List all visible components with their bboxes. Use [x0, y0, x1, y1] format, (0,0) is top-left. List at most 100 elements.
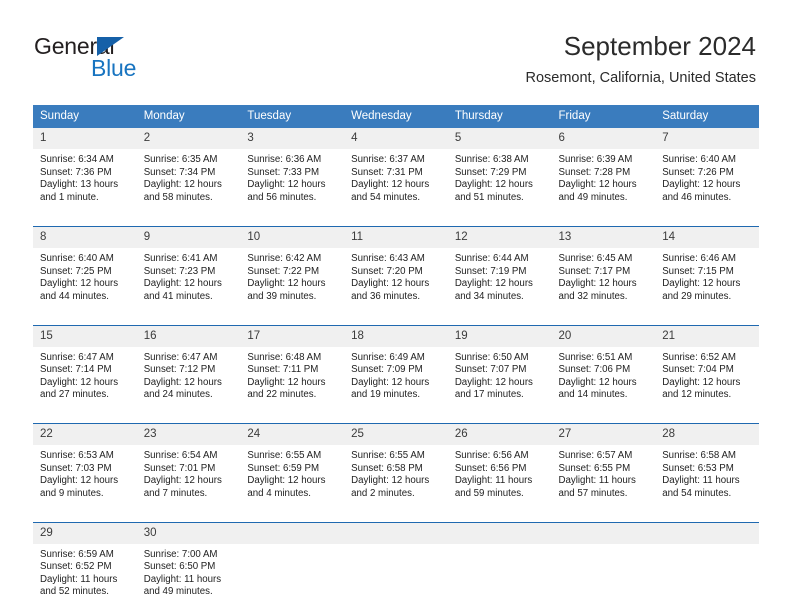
- day-info: Sunrise: 6:41 AM Sunset: 7:23 PM Daylight:…: [137, 248, 241, 303]
- calendar-day-cell[interactable]: 13 Sunrise: 6:45 AM Sunset: 7:17 PM Dayligh…: [551, 227, 656, 317]
- day-info: Sunrise: 6:51 AM Sunset: 7:06 PM Daylight:…: [552, 347, 656, 402]
- daylight-text-line1: Daylight: 12 hours: [454, 278, 533, 290]
- day-number: 2: [136, 128, 241, 149]
- sunrise-text: Sunrise: 6:41 AM: [143, 253, 218, 264]
- calendar-day-cell[interactable]: 9 Sunrise: 6:41 AM Sunset: 7:23 PM Daylight…: [136, 227, 241, 317]
- daylight-text-line2: and 41 minutes.: [143, 290, 213, 302]
- daylight-text-line1: Daylight: 12 hours: [662, 278, 741, 290]
- calendar-day-cell[interactable]: 28 Sunrise: 6:58 AM Sunset: 6:53 PM Dayligh…: [655, 424, 759, 514]
- calendar-empty-cell: [240, 522, 345, 612]
- daylight-text-line1: Daylight: 12 hours: [662, 179, 741, 191]
- calendar-day-cell[interactable]: 22 Sunrise: 6:53 AM Sunset: 7:03 PM Dayligh…: [33, 424, 137, 514]
- calendar-day-cell[interactable]: 19 Sunrise: 6:50 AM Sunset: 7:07 PM Dayligh…: [447, 325, 552, 415]
- calendar-day-cell[interactable]: 12 Sunrise: 6:44 AM Sunset: 7:19 PM Dayligh…: [447, 227, 552, 317]
- calendar-day-cell[interactable]: 20 Sunrise: 6:51 AM Sunset: 7:06 PM Dayligh…: [551, 325, 656, 415]
- sunrise-text: Sunrise: 6:46 AM: [662, 253, 736, 264]
- daylight-text-line1: Daylight: 12 hours: [143, 278, 222, 290]
- calendar-day-cell[interactable]: 10 Sunrise: 6:42 AM Sunset: 7:22 PM Dayligh…: [240, 227, 345, 317]
- sunset-text: Sunset: 7:11 PM: [247, 364, 319, 376]
- daylight-text-line1: Daylight: 12 hours: [558, 376, 637, 388]
- sunrise-text: Sunrise: 7:00 AM: [143, 548, 218, 560]
- page-header: General Blue September 2024 Rosemont, Ca…: [0, 0, 792, 100]
- calendar-day-cell[interactable]: 23 Sunrise: 6:54 AM Sunset: 7:01 PM Dayligh…: [136, 424, 241, 514]
- day-info: Sunrise: 6:47 AM Sunset: 7:14 PM Daylight:…: [33, 347, 137, 402]
- calendar-day-cell[interactable]: 29 Sunrise: 6:59 AM Sunset: 6:52 PM Dayligh…: [33, 522, 137, 612]
- sunset-text: Sunset: 6:50 PM: [143, 561, 216, 573]
- calendar-day-cell[interactable]: 17 Sunrise: 6:48 AM Sunset: 7:11 PM Dayligh…: [240, 325, 345, 415]
- calendar-day-cell[interactable]: 1 Sunrise: 6:34 AM Sunset: 7:36 PM Daylight…: [33, 128, 137, 218]
- sunrise-text: Sunrise: 6:54 AM: [143, 450, 218, 461]
- day-number: 19: [447, 325, 552, 347]
- day-number: [655, 522, 759, 544]
- sunrise-text: Sunrise: 6:47 AM: [143, 351, 218, 363]
- calendar-day-cell[interactable]: 15 Sunrise: 6:47 AM Sunset: 7:14 PM Dayligh…: [33, 325, 137, 415]
- day-info: Sunrise: 6:47 AM Sunset: 7:12 PM Daylight:…: [137, 347, 241, 402]
- day-info: Sunrise: 6:55 AM Sunset: 6:59 PM Daylight:…: [240, 445, 344, 500]
- sunset-text: Sunset: 7:03 PM: [40, 462, 112, 474]
- sunrise-text: Sunrise: 6:49 AM: [351, 351, 425, 363]
- sunrise-text: Sunrise: 6:37 AM: [351, 154, 425, 165]
- sunset-text: Sunset: 6:59 PM: [247, 462, 320, 474]
- daylight-text-line2: and 58 minutes.: [143, 191, 213, 203]
- weekday-header-wednesday: Wednesday: [344, 105, 448, 128]
- calendar-day-cell[interactable]: 7 Sunrise: 6:40 AM Sunset: 7:26 PM Daylight…: [655, 128, 759, 218]
- daylight-text-line1: Daylight: 12 hours: [662, 376, 741, 388]
- week-spacer: [33, 514, 759, 523]
- general-blue-logo[interactable]: General Blue: [34, 33, 214, 83]
- calendar-day-cell[interactable]: 16 Sunrise: 6:47 AM Sunset: 7:12 PM Dayligh…: [136, 325, 241, 415]
- sunset-text: Sunset: 7:01 PM: [143, 462, 216, 474]
- calendar-day-cell[interactable]: 3 Sunrise: 6:36 AM Sunset: 7:33 PM Daylight…: [240, 128, 345, 218]
- daylight-text-line1: Daylight: 12 hours: [40, 376, 119, 388]
- calendar-empty-cell: [447, 522, 552, 612]
- calendar-day-cell[interactable]: 14 Sunrise: 6:46 AM Sunset: 7:15 PM Dayligh…: [655, 227, 759, 317]
- day-info: Sunrise: 6:40 AM Sunset: 7:25 PM Daylight:…: [33, 248, 137, 303]
- day-number: 3: [240, 128, 345, 149]
- daylight-text-line1: Daylight: 13 hours: [40, 179, 119, 191]
- calendar-day-cell[interactable]: 4 Sunrise: 6:37 AM Sunset: 7:31 PM Daylight…: [344, 128, 448, 218]
- weekday-header-sunday: Sunday: [33, 105, 137, 128]
- calendar-day-cell[interactable]: 6 Sunrise: 6:39 AM Sunset: 7:28 PM Daylight…: [551, 128, 656, 218]
- calendar-day-cell[interactable]: 18 Sunrise: 6:49 AM Sunset: 7:09 PM Dayligh…: [344, 325, 448, 415]
- daylight-text-line1: Daylight: 11 hours: [558, 475, 636, 487]
- daylight-text-line1: Daylight: 11 hours: [143, 573, 222, 585]
- calendar-empty-cell: [344, 522, 448, 612]
- calendar-day-cell[interactable]: 11 Sunrise: 6:43 AM Sunset: 7:20 PM Dayligh…: [344, 227, 448, 317]
- daylight-text-line1: Daylight: 12 hours: [351, 376, 430, 388]
- sunset-text: Sunset: 7:19 PM: [454, 265, 527, 277]
- calendar-day-cell[interactable]: 27 Sunrise: 6:57 AM Sunset: 6:55 PM Dayligh…: [551, 424, 656, 514]
- daylight-text-line1: Daylight: 11 hours: [454, 475, 533, 487]
- calendar-day-cell[interactable]: 2 Sunrise: 6:35 AM Sunset: 7:34 PM Daylight…: [136, 128, 241, 218]
- calendar-day-cell[interactable]: 5 Sunrise: 6:38 AM Sunset: 7:29 PM Daylight…: [447, 128, 552, 218]
- sunrise-text: Sunrise: 6:34 AM: [40, 154, 114, 165]
- week-spacer-cell: [33, 317, 759, 326]
- title-block: September 2024 Rosemont, California, Uni…: [526, 30, 757, 88]
- weekday-header-monday: Monday: [136, 105, 241, 128]
- sunrise-text: Sunrise: 6:40 AM: [40, 253, 114, 264]
- day-info: Sunrise: 6:52 AM Sunset: 7:04 PM Daylight:…: [655, 347, 759, 402]
- calendar-week-row: 8 Sunrise: 6:40 AM Sunset: 7:25 PM Daylight…: [33, 226, 759, 317]
- day-info: Sunrise: 6:43 AM Sunset: 7:20 PM Daylight:…: [344, 248, 448, 303]
- calendar-day-cell[interactable]: 25 Sunrise: 6:55 AM Sunset: 6:58 PM Dayligh…: [344, 424, 448, 514]
- daylight-text-line1: Daylight: 12 hours: [247, 278, 326, 290]
- sunrise-text: Sunrise: 6:40 AM: [662, 154, 736, 165]
- daylight-text-line2: and 39 minutes.: [247, 290, 317, 302]
- sunrise-text: Sunrise: 6:35 AM: [143, 154, 218, 165]
- sunrise-text: Sunrise: 6:58 AM: [662, 450, 736, 461]
- sunrise-text: Sunrise: 6:53 AM: [40, 450, 114, 461]
- sunrise-text: Sunrise: 6:39 AM: [558, 154, 633, 165]
- calendar-day-cell[interactable]: 8 Sunrise: 6:40 AM Sunset: 7:25 PM Daylight…: [33, 227, 137, 317]
- day-info: Sunrise: 6:57 AM Sunset: 6:55 PM Daylight:…: [552, 445, 656, 500]
- calendar-day-cell[interactable]: 24 Sunrise: 6:55 AM Sunset: 6:59 PM Dayligh…: [240, 424, 345, 514]
- sunset-text: Sunset: 7:12 PM: [143, 364, 216, 376]
- day-info: Sunrise: 6:54 AM Sunset: 7:01 PM Daylight:…: [137, 445, 241, 500]
- sunset-text: Sunset: 7:09 PM: [351, 364, 423, 376]
- daylight-text-line2: and 32 minutes.: [558, 290, 628, 302]
- day-info: Sunrise: 6:36 AM Sunset: 7:33 PM Daylight:…: [240, 149, 344, 204]
- daylight-text-line1: Daylight: 11 hours: [662, 475, 740, 487]
- calendar-day-cell[interactable]: 30 Sunrise: 7:00 AM Sunset: 6:50 PM Dayligh…: [136, 522, 241, 612]
- day-number: 17: [240, 325, 345, 347]
- calendar-week-row: 22 Sunrise: 6:53 AM Sunset: 7:03 PM Dayligh…: [33, 423, 759, 514]
- day-info: Sunrise: 6:38 AM Sunset: 7:29 PM Daylight:…: [448, 149, 552, 204]
- calendar-day-cell[interactable]: 26 Sunrise: 6:56 AM Sunset: 6:56 PM Dayligh…: [447, 424, 552, 514]
- calendar-day-cell[interactable]: 21 Sunrise: 6:52 AM Sunset: 7:04 PM Dayligh…: [655, 325, 759, 415]
